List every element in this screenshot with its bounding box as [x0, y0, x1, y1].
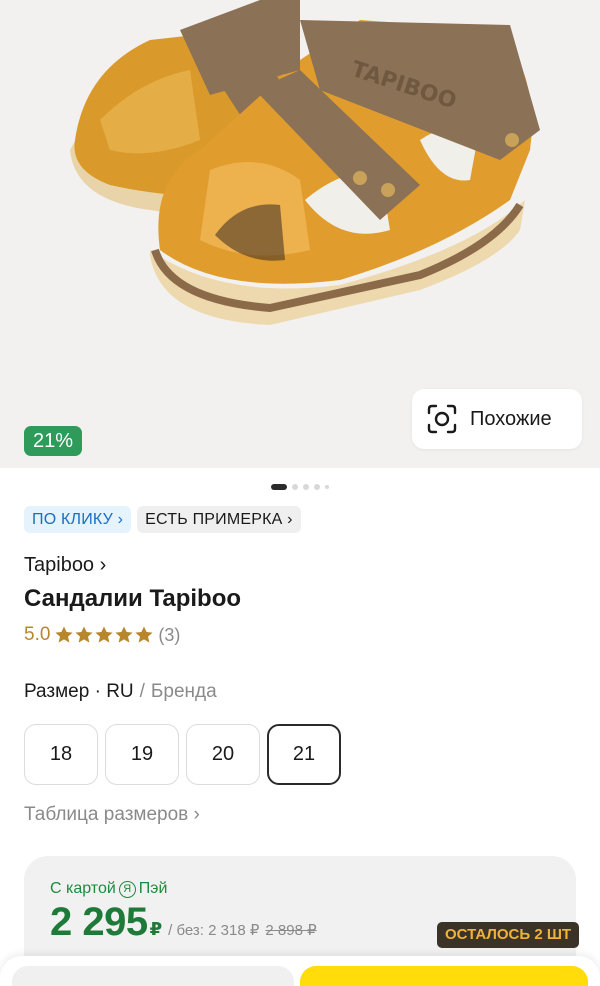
size-option[interactable]: 19: [105, 724, 179, 785]
star-icon: [55, 626, 74, 643]
secondary-action-button[interactable]: [12, 966, 294, 986]
pay-prefix: С картой: [50, 880, 116, 897]
image-pager[interactable]: [0, 484, 600, 490]
chip-one-click[interactable]: ПО КЛИКУ ›: [24, 506, 132, 533]
size-label-ru[interactable]: Размер · RU: [24, 681, 134, 703]
rating[interactable]: 5.0 (3): [24, 624, 180, 646]
currency-sign: ₽: [149, 919, 163, 939]
review-count: (3): [158, 624, 181, 645]
pager-dot[interactable]: [325, 485, 329, 489]
size-options: 18 19 20 21: [24, 724, 341, 785]
star-icon: [95, 626, 114, 643]
stock-badge: ОСТАЛОСЬ 2 ШТ: [437, 922, 580, 948]
product-title: Сандалии Tapiboo: [24, 585, 242, 612]
size-option[interactable]: 18: [24, 724, 98, 785]
size-option-selected[interactable]: 21: [267, 724, 341, 785]
size-separator: /: [139, 681, 145, 702]
price-line: 2 295 ₽ / без: 2 318 ₽ 2 898 ₽: [50, 900, 317, 945]
old-price: 2 898 ₽: [265, 922, 317, 939]
pay-suffix: Пэй: [138, 880, 168, 897]
ya-pay-icon: Я: [118, 880, 136, 898]
product-image[interactable]: TAPIBOO 21% Похожие: [0, 0, 600, 468]
size-system-selector[interactable]: Размер · RU / Бренда: [24, 681, 217, 703]
pager-dot[interactable]: [314, 484, 320, 490]
similar-button[interactable]: Похожие: [412, 389, 582, 449]
add-to-cart-button[interactable]: [300, 966, 588, 986]
discount-badge: 21%: [24, 426, 83, 456]
star-icon: [75, 626, 94, 643]
size-label-brand[interactable]: Бренда: [151, 681, 217, 703]
similar-button-label: Похожие: [470, 407, 552, 430]
size-table-link[interactable]: Таблица размеров ›: [24, 804, 200, 826]
brand-link[interactable]: Tapiboo ›: [24, 554, 106, 577]
rating-value: 5.0: [24, 624, 51, 645]
promo-chips: ПО КЛИКУ › ЕСТЬ ПРИМЕРКА ›: [24, 506, 301, 533]
pager-dot-active[interactable]: [271, 484, 287, 490]
chip-try-on[interactable]: ЕСТЬ ПРИМЕРКА ›: [137, 506, 301, 533]
visual-search-icon: [427, 404, 457, 434]
price-without-card: / без: 2 318 ₽: [168, 922, 260, 939]
star-icon: [115, 626, 134, 643]
pager-dot[interactable]: [303, 484, 309, 490]
size-option[interactable]: 20: [186, 724, 260, 785]
ya-pay-line: С картой Я Пэй: [50, 880, 167, 898]
current-price: 2 295: [50, 900, 148, 944]
star-icon: [135, 626, 154, 643]
pager-dot[interactable]: [292, 484, 298, 490]
